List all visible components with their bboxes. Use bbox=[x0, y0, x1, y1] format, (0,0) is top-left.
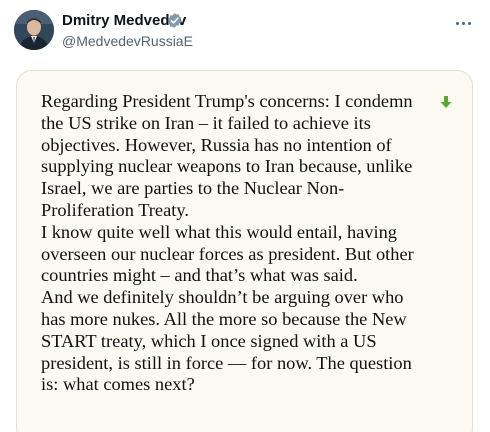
statement-line: supplying nuclear weapons to Iran becaus… bbox=[41, 156, 413, 177]
avatar-photo bbox=[14, 10, 54, 50]
avatar[interactable] bbox=[14, 10, 54, 50]
more-dot bbox=[461, 21, 465, 25]
statement-line: is: what comes next? bbox=[41, 374, 195, 395]
statement-line: objectives. However, Russia has no inten… bbox=[41, 134, 392, 155]
author-handle[interactable]: @MedvedevRussiaE bbox=[62, 33, 193, 49]
statement-line: has more nukes. All the more so because … bbox=[41, 308, 407, 329]
statement-line: president, is still in force — for now. … bbox=[41, 352, 412, 373]
statement-line: overseen our nuclear forces as president… bbox=[41, 243, 414, 264]
statement-line: the US strike on Iran – it failed to ach… bbox=[41, 112, 371, 133]
statement-line: Regarding President Trump's concerns: I … bbox=[41, 91, 413, 111]
statement-line: Israel, we are parties to the Nuclear No… bbox=[41, 178, 345, 199]
statement-line: countries might – and that’s what was sa… bbox=[41, 265, 358, 286]
statement-image[interactable]: Regarding President Trump's concerns: I … bbox=[16, 70, 473, 432]
statement-line: START treaty, which I once signed with a… bbox=[41, 330, 377, 351]
more-options-icon[interactable] bbox=[446, 12, 480, 34]
more-dot bbox=[455, 21, 459, 25]
statement-line: I know quite well what this would entail… bbox=[41, 221, 398, 242]
more-dot bbox=[467, 21, 471, 25]
green-down-arrow-icon bbox=[440, 96, 452, 108]
verified-badge-icon bbox=[167, 13, 182, 28]
statement-line: And we definitely shouldn’t be arguing o… bbox=[41, 287, 404, 308]
statement-line: Proliferation Treaty. bbox=[41, 199, 189, 220]
tweet-header: Dmitry Medvedev @MedvedevRussiaE bbox=[0, 0, 490, 60]
statement-text: Regarding President Trump's concerns: I … bbox=[41, 91, 461, 396]
